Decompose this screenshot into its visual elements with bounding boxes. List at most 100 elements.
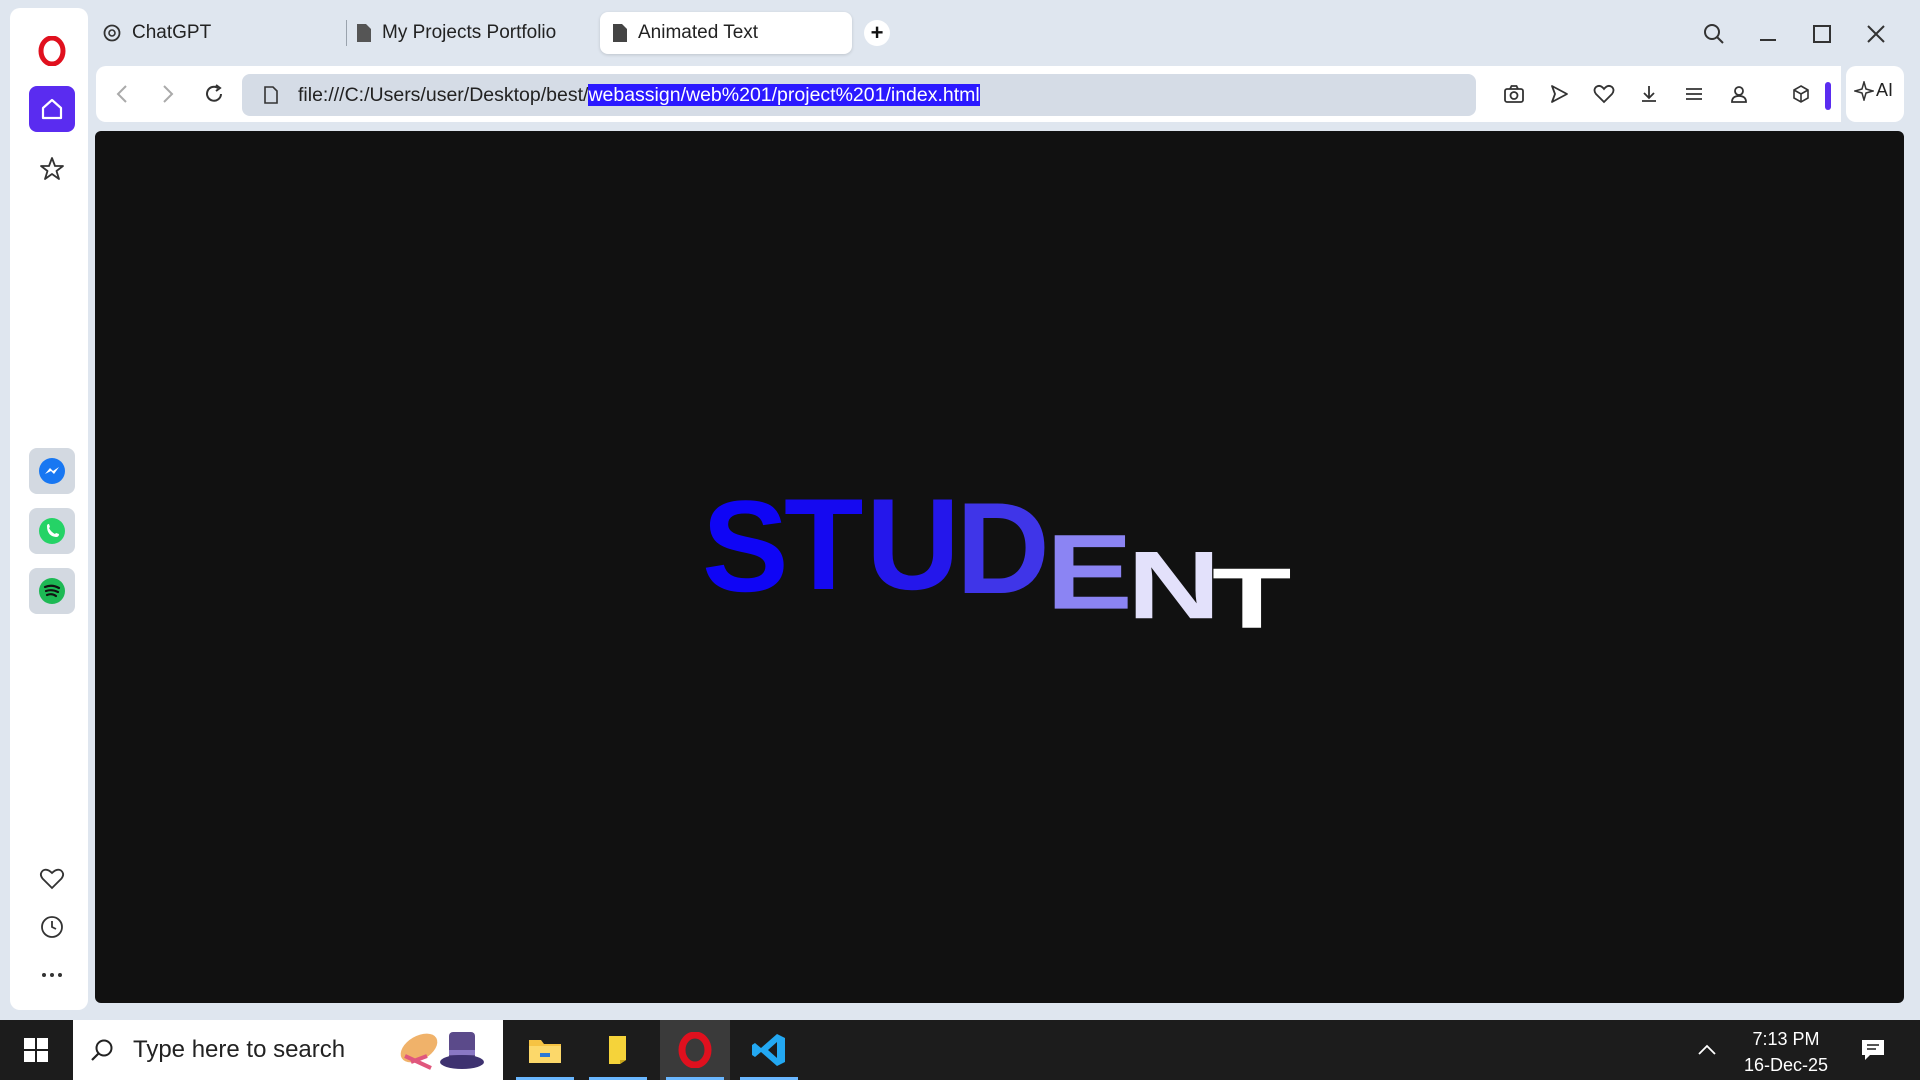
download-icon xyxy=(1642,86,1656,102)
chatgpt-icon xyxy=(103,24,121,42)
star-icon xyxy=(40,157,64,180)
heart-icon xyxy=(39,868,65,890)
url-text[interactable]: file:///C:/Users/user/Desktop/best/webas… xyxy=(298,83,980,107)
address-bar[interactable]: file:///C:/Users/user/Desktop/best/webas… xyxy=(242,74,1476,116)
tab-label: My Projects Portfolio xyxy=(382,22,557,43)
windows-taskbar: Type here to search 7:13 PM 16-Dec-25 xyxy=(0,1020,1920,1080)
document-icon xyxy=(613,24,627,42)
navigation-bar: file:///C:/Users/user/Desktop/best/webas… xyxy=(96,66,1841,122)
reload-button[interactable] xyxy=(196,76,232,112)
taskbar-search-box[interactable]: Type here to search xyxy=(73,1020,503,1080)
tab-divider xyxy=(346,20,347,46)
start-button[interactable] xyxy=(0,1020,72,1080)
taskbar-opera[interactable] xyxy=(660,1020,730,1080)
messenger-button[interactable] xyxy=(29,448,75,494)
snapshot-button[interactable] xyxy=(1496,76,1532,112)
more-dots-icon xyxy=(42,973,62,977)
system-clock[interactable]: 7:13 PM 16-Dec-25 xyxy=(1744,1026,1828,1078)
tab-search-button[interactable] xyxy=(1694,14,1734,54)
downloads-button[interactable] xyxy=(1631,76,1667,112)
search-icon xyxy=(1704,24,1724,44)
settings-sliders-icon xyxy=(1686,88,1702,100)
page-viewport: S T U D E N T xyxy=(95,131,1904,1003)
whatsapp-icon xyxy=(39,518,65,544)
extension-indicator xyxy=(1825,82,1831,110)
tab-label: Animated Text xyxy=(638,22,759,43)
taskbar-vscode[interactable] xyxy=(734,1020,804,1080)
home-icon xyxy=(41,98,63,120)
vscode-icon xyxy=(752,1034,785,1066)
send-button[interactable] xyxy=(1541,76,1577,112)
close-icon xyxy=(1867,25,1885,43)
animated-letter: N xyxy=(1127,530,1221,639)
home-button[interactable] xyxy=(29,86,75,132)
minimize-button[interactable] xyxy=(1748,14,1788,54)
tab-my-projects-portfolio[interactable]: My Projects Portfolio xyxy=(356,12,556,54)
animated-letter: E xyxy=(1046,511,1133,632)
ai-label: AI xyxy=(1876,80,1894,100)
windows-logo-icon xyxy=(24,1038,48,1062)
camera-icon xyxy=(1504,85,1524,103)
new-tab-button[interactable]: + xyxy=(864,20,890,46)
whatsapp-button[interactable] xyxy=(29,508,75,554)
url-selected-text: webassign/web%201/project%201/index.html xyxy=(588,83,980,106)
spotify-icon xyxy=(39,578,65,604)
chevron-left-icon xyxy=(116,85,127,103)
messenger-icon xyxy=(39,458,65,484)
browser-sidebar xyxy=(10,8,88,1010)
more-options-button[interactable] xyxy=(29,952,75,998)
back-button[interactable] xyxy=(104,76,140,112)
animated-letter: S xyxy=(702,473,789,619)
reload-icon xyxy=(206,84,222,102)
clock-icon xyxy=(41,916,63,938)
history-button[interactable] xyxy=(29,904,75,950)
sparkle-icon xyxy=(1854,80,1874,101)
search-highlight-illustration xyxy=(400,1032,484,1070)
aria-ai-button[interactable]: AI xyxy=(1854,80,1893,101)
maximize-icon xyxy=(1813,25,1831,43)
tab-chatgpt[interactable]: ChatGPT xyxy=(102,12,211,54)
opera-icon xyxy=(678,1032,712,1068)
sticky-note-icon xyxy=(609,1036,626,1064)
opera-logo-icon[interactable] xyxy=(29,28,75,74)
file-page-icon xyxy=(264,86,278,104)
chevron-right-icon xyxy=(163,85,174,103)
clock-time: 7:13 PM xyxy=(1752,1029,1820,1049)
add-favorite-button[interactable] xyxy=(1586,76,1622,112)
heart-icon xyxy=(1593,84,1615,104)
close-button[interactable] xyxy=(1856,14,1896,54)
spotify-button[interactable] xyxy=(29,568,75,614)
tab-animated-text[interactable]: Animated Text xyxy=(600,12,852,54)
tab-label: ChatGPT xyxy=(132,22,212,43)
chevron-up-icon xyxy=(1698,1044,1716,1055)
cube-icon xyxy=(1793,85,1809,103)
minimize-icon xyxy=(1760,39,1776,41)
user-icon xyxy=(1731,86,1747,103)
forward-button[interactable] xyxy=(150,76,186,112)
notifications-button[interactable] xyxy=(1848,1020,1898,1080)
animated-letter: T xyxy=(784,471,864,617)
aria-ai-box: AI xyxy=(1846,66,1904,122)
animated-letter: D xyxy=(956,475,1050,621)
bookmarks-button[interactable] xyxy=(29,146,75,192)
taskbar-file-explorer[interactable] xyxy=(510,1020,580,1080)
favorites-button[interactable] xyxy=(29,856,75,902)
show-hidden-icons-button[interactable] xyxy=(1682,1020,1732,1080)
maximize-button[interactable] xyxy=(1802,14,1842,54)
send-icon xyxy=(1551,85,1568,103)
extensions-box xyxy=(1777,66,1841,122)
folder-icon xyxy=(529,1040,561,1063)
extensions-button[interactable] xyxy=(1783,76,1819,112)
notification-icon xyxy=(1862,1040,1884,1060)
search-placeholder: Type here to search xyxy=(133,1036,346,1063)
animated-letter: T xyxy=(1212,549,1292,647)
easy-setup-button[interactable] xyxy=(1676,76,1712,112)
tab-strip: ChatGPT My Projects Portfolio Animated T… xyxy=(90,0,1920,64)
clock-date: 16-Dec-25 xyxy=(1743,1055,1828,1075)
animated-letter: U xyxy=(866,471,960,617)
search-icon xyxy=(91,1039,113,1061)
document-icon xyxy=(357,24,371,42)
url-prefix: file:///C:/Users/user/Desktop/best/ xyxy=(298,83,589,106)
taskbar-sticky-notes[interactable] xyxy=(583,1020,653,1080)
profile-button[interactable] xyxy=(1721,76,1757,112)
